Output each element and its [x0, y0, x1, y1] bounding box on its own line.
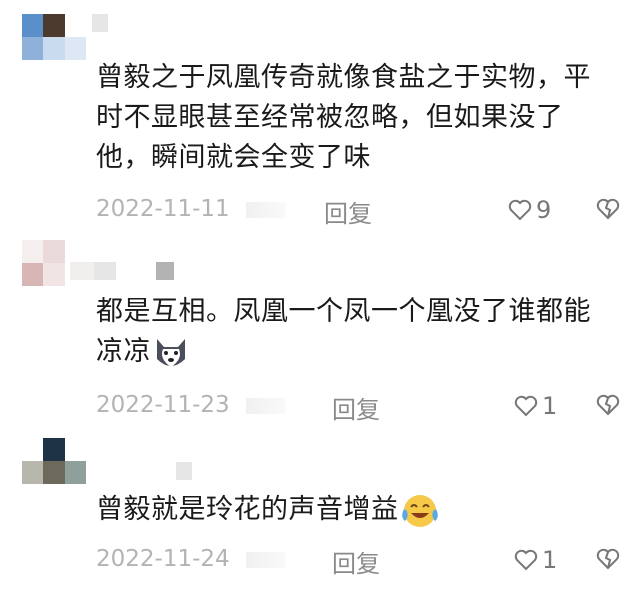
comment-meta: 2022-11-24 回复 1 [96, 544, 620, 579]
reply-button[interactable]: 回复 [324, 194, 372, 229]
like-button[interactable]: 1 [514, 546, 557, 574]
heart-outline-icon [508, 199, 532, 221]
broken-heart-icon [596, 548, 620, 570]
dislike-button[interactable] [596, 394, 620, 420]
heart-outline-icon [514, 395, 538, 417]
comment-text-content: 曾毅就是玲花的声音增益 [96, 494, 399, 525]
comment-text: 都是互相。凤凰一个凤一个凰没了谁都能凉凉 [96, 292, 616, 372]
comment-date: 2022-11-11 [96, 196, 230, 222]
like-count: 1 [542, 546, 558, 574]
husky-dog-emoji [157, 338, 185, 367]
like-button[interactable]: 9 [508, 196, 551, 224]
location-blur [246, 552, 286, 568]
reply-button[interactable]: 回复 [332, 544, 380, 579]
comment-date: 2022-11-23 [96, 392, 230, 418]
comment-text: 曾毅就是玲花的声音增益 [96, 490, 616, 531]
broken-heart-icon [596, 394, 620, 416]
dislike-button[interactable] [596, 198, 620, 224]
comment-meta: 2022-11-23 回复 1 [96, 390, 620, 425]
heart-outline-icon [514, 549, 538, 571]
reply-button[interactable]: 回复 [332, 390, 380, 425]
tears-of-joy-emoji [401, 494, 438, 527]
username[interactable] [92, 14, 108, 32]
location-blur [246, 398, 286, 414]
dislike-button[interactable] [596, 548, 620, 574]
broken-heart-icon [596, 198, 620, 220]
comment-text: 曾毅之于凤凰传奇就像食盐之于实物，平时不显眼甚至经常被忽略，但如果没了他，瞬间就… [96, 62, 591, 173]
comment-date: 2022-11-24 [96, 546, 230, 572]
like-count: 9 [536, 196, 552, 224]
like-count: 1 [542, 392, 558, 420]
like-button[interactable]: 1 [514, 392, 557, 420]
avatar[interactable] [22, 14, 86, 60]
comment-meta: 2022-11-11 回复 9 [96, 194, 620, 229]
avatar[interactable] [22, 438, 86, 484]
location-blur [246, 202, 286, 218]
username[interactable] [70, 262, 174, 280]
username[interactable] [176, 462, 192, 480]
